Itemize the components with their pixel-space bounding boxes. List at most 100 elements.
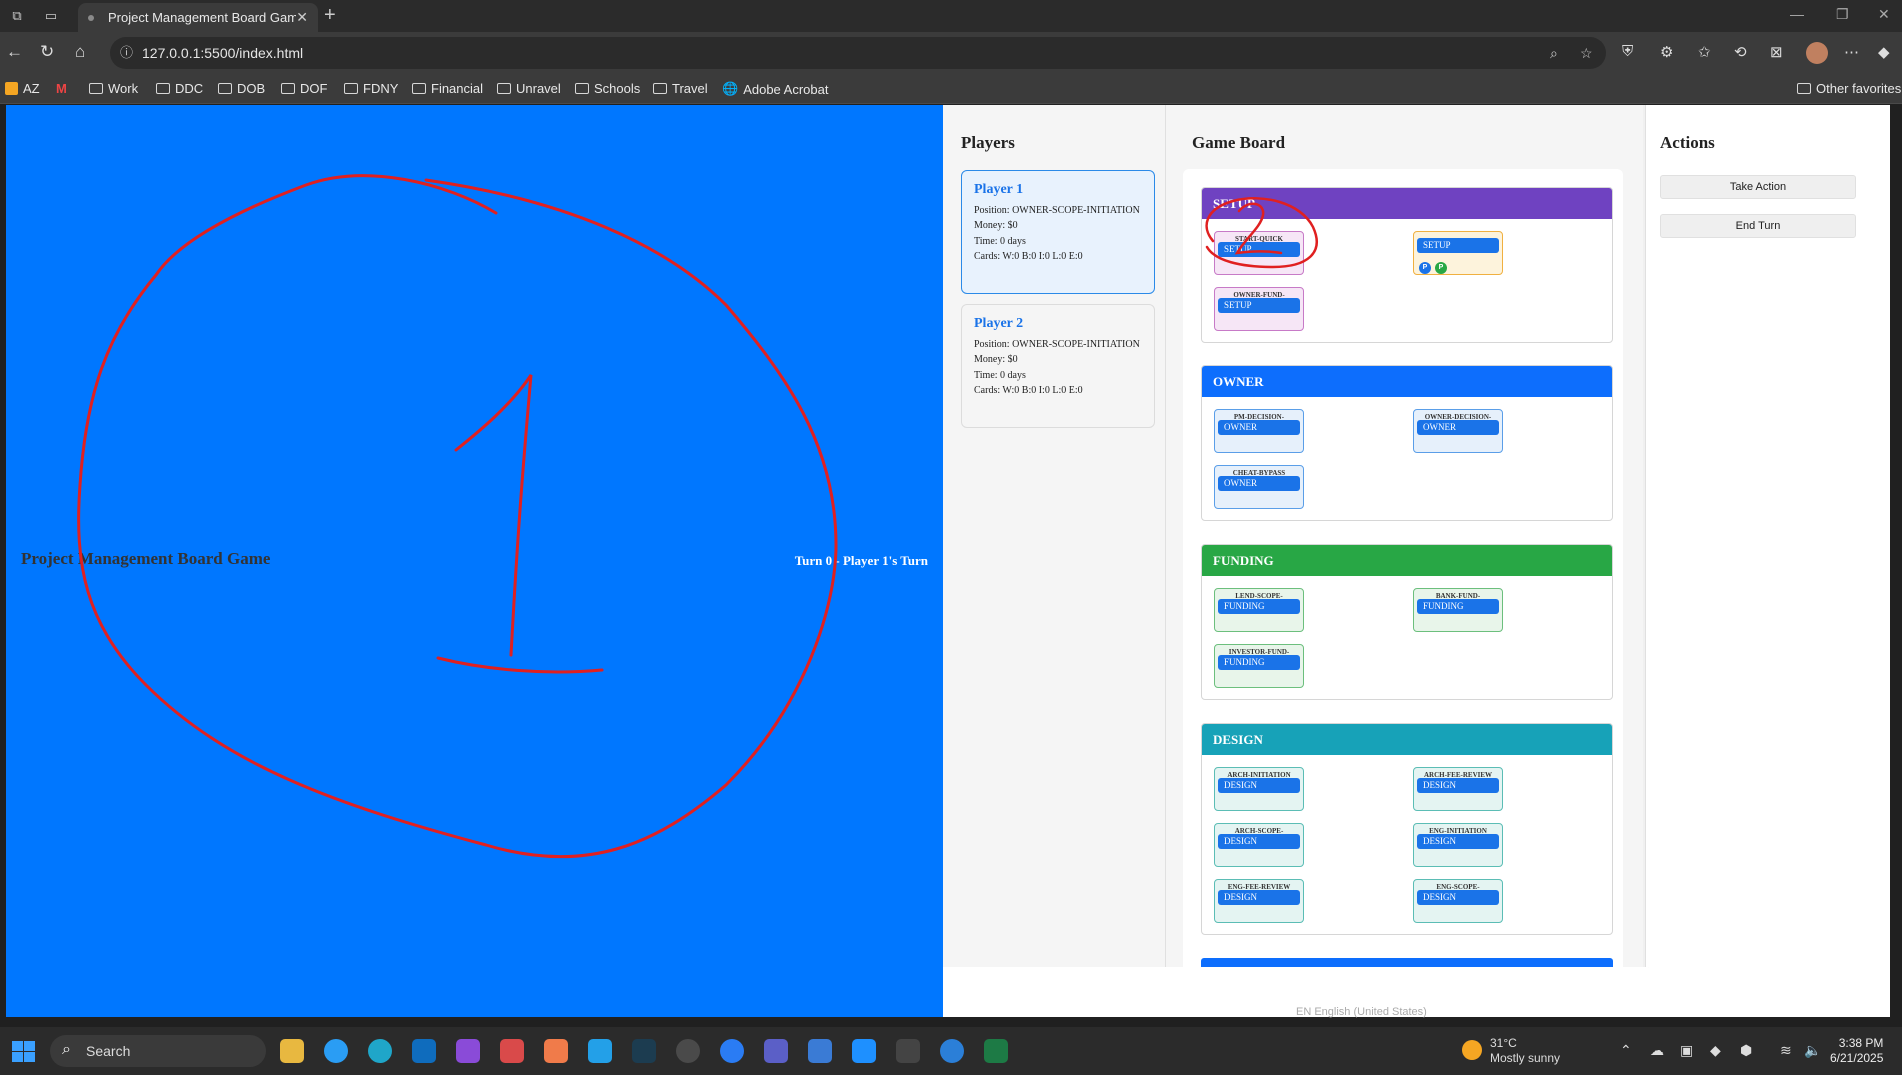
language-hint: EN English (United States) bbox=[1296, 1006, 1427, 1018]
vscode-icon[interactable] bbox=[588, 1039, 612, 1063]
app-icon[interactable] bbox=[456, 1039, 480, 1063]
section-header: DESIGN bbox=[1202, 724, 1612, 755]
player-card-2[interactable]: Player 2 Position: OWNER-SCOPE-INITIATIO… bbox=[961, 304, 1155, 428]
minimize-icon[interactable]: — bbox=[1790, 6, 1804, 22]
bookmark-other-favorites[interactable]: Other favorites bbox=[1797, 81, 1901, 96]
board-space[interactable]: ENG-FEE-REVIEW DESIGN bbox=[1214, 879, 1304, 923]
extension-shield-icon[interactable]: ⛨ bbox=[1622, 43, 1633, 60]
actions-panel: Actions Take Action End Turn bbox=[1645, 105, 1890, 967]
copilot-icon[interactable]: ◆ bbox=[1878, 43, 1890, 61]
bookmark-dob[interactable]: DOB bbox=[218, 81, 265, 96]
address-toolbar: ← ↻ ⌂ ⓘ 127.0.0.1:5500/index.html ⌕ ☆ ⛨ … bbox=[0, 32, 1902, 74]
board-space[interactable]: PM-DECISION- OWNER bbox=[1214, 409, 1304, 453]
take-action-button[interactable]: Take Action bbox=[1660, 175, 1856, 199]
app-icon[interactable] bbox=[852, 1039, 876, 1063]
end-turn-button[interactable]: End Turn bbox=[1660, 214, 1856, 238]
tray-app-icon[interactable]: ⬢ bbox=[1740, 1042, 1752, 1059]
bookmark-adobe-acrobat[interactable]: 🌐 Adobe Acrobat bbox=[722, 81, 828, 97]
taskbar-search[interactable]: ⌕ Search bbox=[50, 1035, 266, 1067]
board-space[interactable]: ARCH-INITIATION DESIGN bbox=[1214, 767, 1304, 811]
weather-widget[interactable]: 31°C Mostly sunny bbox=[1490, 1036, 1560, 1066]
tab-actions-icon[interactable]: ▭ bbox=[36, 0, 66, 32]
zoom-icon[interactable]: ⌕ bbox=[1550, 37, 1558, 69]
site-info-icon[interactable]: ⓘ bbox=[120, 37, 133, 69]
board-space[interactable]: BANK-FUND- FUNDING bbox=[1413, 588, 1503, 632]
close-window-icon[interactable]: ✕ bbox=[1878, 6, 1890, 23]
workspaces-icon[interactable]: ⧉ bbox=[2, 0, 32, 32]
folder-icon bbox=[89, 83, 103, 94]
board-space[interactable]: INVESTOR-FUND- FUNDING bbox=[1214, 644, 1304, 688]
board-space[interactable]: CHEAT-BYPASS OWNER bbox=[1214, 465, 1304, 509]
home-icon[interactable]: ⌂ bbox=[75, 42, 85, 62]
back-icon[interactable]: ← bbox=[6, 42, 23, 62]
chrome-icon[interactable] bbox=[324, 1039, 348, 1063]
board-space[interactable]: OWNER-DECISION- OWNER bbox=[1413, 409, 1503, 453]
folder-icon bbox=[344, 83, 358, 94]
extensions-icon[interactable]: ⚙ bbox=[1660, 43, 1673, 61]
weather-icon[interactable] bbox=[1462, 1040, 1482, 1060]
address-field[interactable]: ⓘ 127.0.0.1:5500/index.html ⌕ ☆ bbox=[110, 37, 1606, 69]
restore-icon[interactable]: ❐ bbox=[1836, 6, 1849, 23]
terminal-icon[interactable] bbox=[896, 1039, 920, 1063]
edge-icon[interactable] bbox=[368, 1039, 392, 1063]
bookmark-work[interactable]: Work bbox=[89, 81, 138, 96]
player-money: Money: $0 bbox=[974, 220, 1018, 231]
player-name: Player 2 bbox=[974, 316, 1024, 331]
tray-app-icon[interactable]: ▣ bbox=[1680, 1042, 1693, 1059]
board-space[interactable]: LEND-SCOPE- FUNDING bbox=[1214, 588, 1304, 632]
bookmark-dof[interactable]: DOF bbox=[281, 81, 327, 96]
volume-icon[interactable]: 🔈 bbox=[1804, 1042, 1821, 1059]
board-space[interactable]: ARCH-SCOPE- DESIGN bbox=[1214, 823, 1304, 867]
wifi-icon[interactable]: ≋ bbox=[1780, 1042, 1792, 1059]
bookmark-ddc[interactable]: DDC bbox=[156, 81, 203, 96]
refresh-icon[interactable]: ↻ bbox=[40, 42, 54, 62]
web-page: Project Management Board Game Turn 0 - P… bbox=[6, 105, 1890, 1017]
board-space[interactable]: ENG-INITIATION DESIGN bbox=[1413, 823, 1503, 867]
copilot-tray-icon[interactable]: ◆ bbox=[1710, 1042, 1721, 1059]
chatgpt-icon[interactable] bbox=[676, 1039, 700, 1063]
board-space[interactable]: ARCH-FEE-REVIEW DESIGN bbox=[1413, 767, 1503, 811]
app-icon[interactable] bbox=[808, 1039, 832, 1063]
section-owner: OWNER PM-DECISION- OWNER OWNER-DECISION-… bbox=[1201, 365, 1613, 521]
game-board: SETUP START-QUICK SETUP SETUP P P OWNER-… bbox=[1183, 169, 1623, 967]
onedrive-icon[interactable]: ☁ bbox=[1650, 1042, 1664, 1059]
turn-indicator: Turn 0 - Player 1's Turn bbox=[794, 553, 928, 568]
section-funding: FUNDING LEND-SCOPE- FUNDING BANK-FUND- F… bbox=[1201, 544, 1613, 700]
bookmark-gmail[interactable]: M bbox=[56, 81, 67, 96]
more-menu-icon[interactable]: ⋯ bbox=[1844, 43, 1859, 61]
clock[interactable]: 3:38 PM 6/21/2025 bbox=[1830, 1036, 1883, 1066]
screenshot-icon[interactable]: ⊠ bbox=[1770, 43, 1783, 61]
app-icon[interactable] bbox=[940, 1039, 964, 1063]
tab-close-icon[interactable]: ✕ bbox=[296, 9, 308, 26]
profile-avatar[interactable] bbox=[1806, 42, 1828, 64]
history-icon[interactable]: ⟲ bbox=[1734, 43, 1747, 61]
messenger-icon[interactable] bbox=[720, 1039, 744, 1063]
player-time: Time: 0 days bbox=[974, 235, 1026, 247]
bookmark-unravel[interactable]: Unravel bbox=[497, 81, 561, 96]
browser-tab[interactable]: Project Management Board Game ✕ bbox=[78, 3, 318, 32]
bookmark-az[interactable]: AZ bbox=[5, 81, 40, 96]
bookmark-travel[interactable]: Travel bbox=[653, 81, 708, 96]
section-header-partial bbox=[1201, 958, 1613, 967]
bookmark-schools[interactable]: Schools bbox=[575, 81, 640, 96]
board-space[interactable]: ENG-SCOPE- DESIGN bbox=[1413, 879, 1503, 923]
windows-start-icon[interactable] bbox=[12, 1041, 36, 1063]
player-token: P bbox=[1435, 262, 1447, 274]
teams-icon[interactable] bbox=[764, 1039, 788, 1063]
board-space[interactable]: SETUP P P bbox=[1413, 231, 1503, 275]
bookmark-fdny[interactable]: FDNY bbox=[344, 81, 398, 96]
favorites-icon[interactable]: ✩ bbox=[1698, 43, 1711, 61]
file-explorer-icon[interactable] bbox=[280, 1039, 304, 1063]
excel-icon[interactable] bbox=[984, 1039, 1008, 1063]
outlook-icon[interactable] bbox=[412, 1039, 436, 1063]
app-icon[interactable] bbox=[544, 1039, 568, 1063]
chevron-up-icon[interactable]: ⌃ bbox=[1620, 1042, 1632, 1059]
favorite-star-icon[interactable]: ☆ bbox=[1580, 37, 1593, 69]
bookmark-financial[interactable]: Financial bbox=[412, 81, 483, 96]
globe-icon: 🌐 bbox=[722, 81, 739, 96]
app-icon[interactable] bbox=[632, 1039, 656, 1063]
board-space[interactable]: OWNER-FUND- SETUP bbox=[1214, 287, 1304, 331]
app-icon[interactable] bbox=[500, 1039, 524, 1063]
player-card-1[interactable]: Player 1 Position: OWNER-SCOPE-INITIATIO… bbox=[961, 170, 1155, 294]
new-tab-button[interactable]: + bbox=[324, 4, 336, 27]
